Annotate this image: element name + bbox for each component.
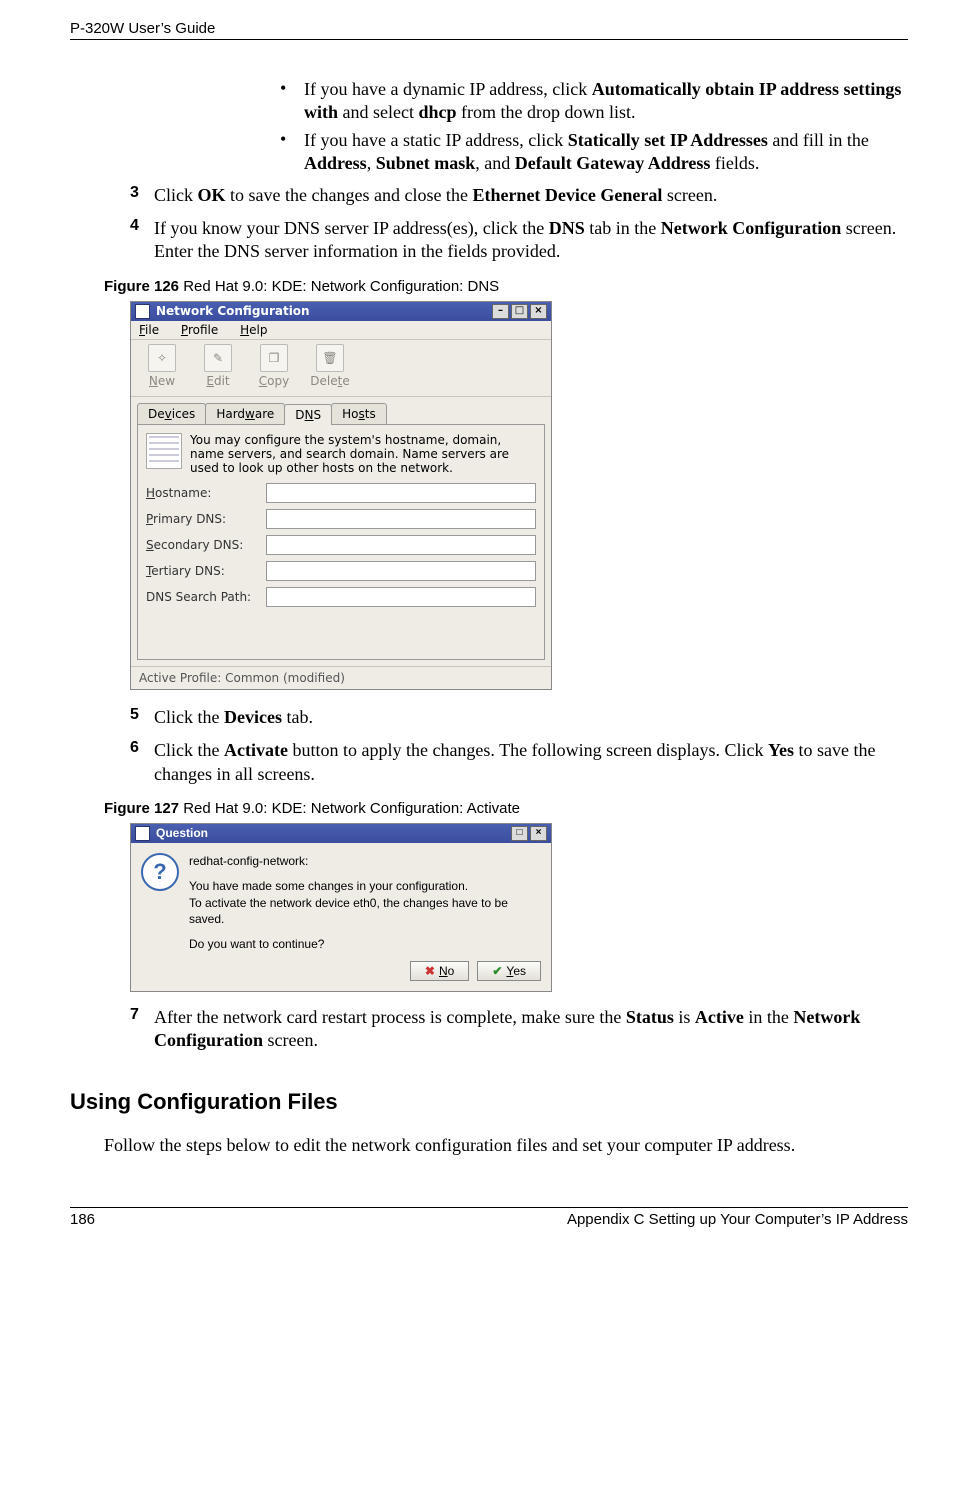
x-icon: ✖	[425, 964, 435, 978]
menu-file[interactable]: File	[139, 323, 159, 337]
toolbar-new[interactable]: ✧New	[139, 344, 185, 388]
step-text: Click OK to save the changes and close t…	[154, 184, 908, 207]
new-icon: ✧	[148, 344, 176, 372]
step-text: Click the Activate button to apply the c…	[154, 739, 908, 786]
tabs: Devices Hardware DNS Hosts	[131, 397, 551, 424]
copy-icon: ❐	[260, 344, 288, 372]
bullet-text: If you have a static IP address, click S…	[304, 129, 908, 176]
check-icon: ✔	[492, 964, 502, 978]
page-number: 186	[70, 1211, 95, 1228]
question-icon: ?	[141, 853, 179, 891]
dns-search-path-input[interactable]	[266, 587, 536, 607]
maximize-button[interactable]: □	[511, 826, 528, 841]
toolbar-edit[interactable]: ✎Edit	[195, 344, 241, 388]
step-number: 4	[130, 217, 154, 264]
window-titlebar[interactable]: Network Configuration – □ ×	[131, 302, 551, 321]
secondary-dns-input[interactable]	[266, 535, 536, 555]
minimize-button[interactable]: –	[492, 304, 509, 319]
dns-servers-icon	[146, 433, 182, 469]
network-configuration-window: Network Configuration – □ × File Profile…	[130, 301, 552, 690]
tertiary-dns-label: Tertiary DNS:	[146, 564, 266, 578]
bullet-marker: •	[280, 129, 304, 176]
figure-caption: Figure 126 Red Hat 9.0: KDE: Network Con…	[104, 278, 908, 295]
tab-pane-dns: You may configure the system's hostname,…	[137, 424, 545, 660]
section-heading: Using Configuration Files	[70, 1089, 908, 1115]
dns-description: You may configure the system's hostname,…	[190, 433, 536, 475]
step-number: 7	[130, 1006, 154, 1053]
dialog-title: Question	[156, 826, 208, 840]
dialog-titlebar[interactable]: Question □ ×	[131, 824, 551, 843]
no-button[interactable]: ✖No	[410, 961, 469, 981]
toolbar-delete[interactable]: 🗑Delete	[307, 344, 353, 388]
edit-icon: ✎	[204, 344, 232, 372]
yes-button[interactable]: ✔Yes	[477, 961, 541, 981]
step-number: 6	[130, 739, 154, 786]
close-button[interactable]: ×	[530, 826, 547, 841]
header-left: P-320W User’s Guide	[70, 20, 215, 37]
tab-hardware[interactable]: Hardware	[205, 403, 285, 424]
body-paragraph: Follow the steps below to edit the netwo…	[104, 1133, 908, 1157]
hostname-input[interactable]	[266, 483, 536, 503]
hostname-label: Hostname:	[146, 486, 266, 500]
step-text: After the network card restart process i…	[154, 1006, 908, 1053]
step-number: 5	[130, 706, 154, 729]
close-button[interactable]: ×	[530, 304, 547, 319]
question-dialog: Question □ × ? redhat-config-network: Yo…	[130, 823, 552, 992]
maximize-button[interactable]: □	[511, 304, 528, 319]
dialog-message: redhat-config-network: You have made som…	[189, 853, 541, 953]
figure-caption: Figure 127 Red Hat 9.0: KDE: Network Con…	[104, 800, 908, 817]
status-bar: Active Profile: Common (modified)	[131, 666, 551, 689]
step-text: Click the Devices tab.	[154, 706, 908, 729]
window-system-icon[interactable]	[135, 304, 150, 319]
tab-devices[interactable]: Devices	[137, 403, 206, 424]
tab-dns[interactable]: DNS	[284, 404, 332, 425]
toolbar-copy[interactable]: ❐Copy	[251, 344, 297, 388]
footer-right: Appendix C Setting up Your Computer’s IP…	[567, 1211, 908, 1228]
menu-help[interactable]: Help	[240, 323, 267, 337]
menubar: File Profile Help	[131, 321, 551, 340]
step-text: If you know your DNS server IP address(e…	[154, 217, 908, 264]
tertiary-dns-input[interactable]	[266, 561, 536, 581]
window-title: Network Configuration	[156, 304, 310, 318]
menu-profile[interactable]: Profile	[181, 323, 218, 337]
delete-icon: 🗑	[316, 344, 344, 372]
dns-search-path-label: DNS Search Path:	[146, 590, 266, 604]
page-header: P-320W User’s Guide	[70, 20, 908, 40]
toolbar: ✧New ✎Edit ❐Copy 🗑Delete	[131, 340, 551, 397]
step-number: 3	[130, 184, 154, 207]
tab-hosts[interactable]: Hosts	[331, 403, 387, 424]
window-system-icon[interactable]	[135, 826, 150, 841]
primary-dns-label: Primary DNS:	[146, 512, 266, 526]
primary-dns-input[interactable]	[266, 509, 536, 529]
page-footer: 186 Appendix C Setting up Your Computer’…	[70, 1207, 908, 1228]
bullet-text: If you have a dynamic IP address, click …	[304, 78, 908, 125]
bullet-marker: •	[280, 78, 304, 125]
secondary-dns-label: Secondary DNS:	[146, 538, 266, 552]
